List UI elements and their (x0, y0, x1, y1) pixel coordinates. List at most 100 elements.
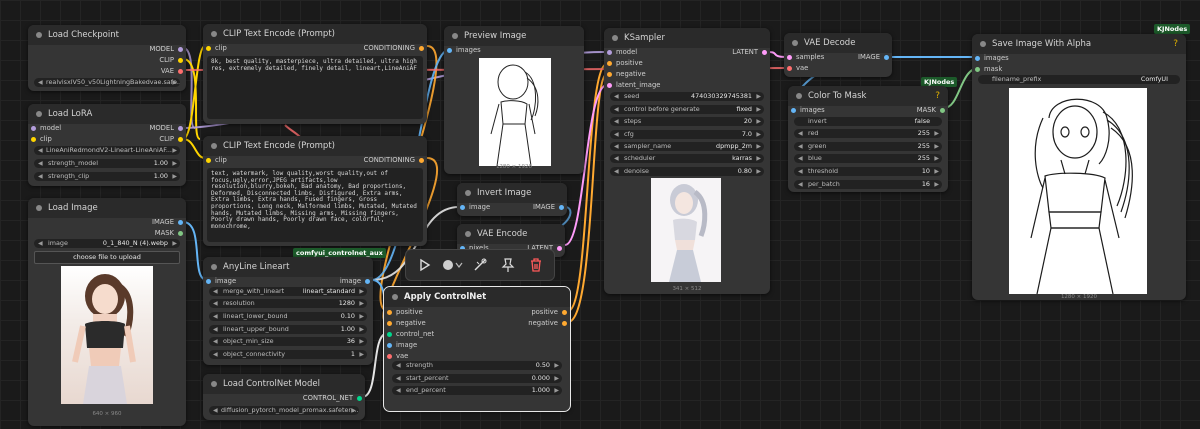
input-images[interactable]: images (444, 46, 481, 54)
input-clip[interactable]: clip (28, 135, 52, 143)
load-controlnet-model-node[interactable]: Load ControlNet Model CONTROL_NET ◀ diffu… (203, 374, 365, 420)
collapse-dot-icon[interactable] (211, 381, 217, 387)
collapse-dot-icon[interactable] (612, 35, 618, 41)
image-file-combo[interactable]: ◀ image 0_1_840_N (4).webp ▶ (34, 239, 180, 248)
clip-text-encode-positive-node[interactable]: CLIP Text Encode (Prompt) clip CONDITION… (203, 24, 427, 124)
blue-widget[interactable]: ◀ blue 255 ▶ (794, 154, 942, 163)
strength-model-widget[interactable]: ◀ strength_model 1.00 ▶ (34, 159, 180, 168)
lineart-upper-bound-widget[interactable]: ◀ lineart_upper_bound 1.00 ▶ (209, 325, 367, 334)
input-control-net[interactable]: control_net (384, 330, 434, 338)
choose-file-button[interactable]: choose file to upload (34, 251, 180, 264)
input-negative[interactable]: negative (604, 70, 646, 78)
help-icon[interactable]: ? (935, 86, 940, 106)
input-image[interactable]: image (203, 277, 236, 285)
lora-name-combo[interactable]: ◀ LineAniRedmondV2-Lineart-LineAniAF... ▶ (34, 146, 180, 155)
output-clip[interactable]: CLIP (159, 135, 186, 143)
controlnet-name-combo[interactable]: ◀ diffusion_pytorch_model_promax.safeten.… (209, 406, 359, 415)
input-image[interactable]: image (384, 341, 417, 349)
ksampler-node[interactable]: KSampler model positive negative latent_… (604, 28, 770, 294)
collapse-dot-icon[interactable] (465, 190, 471, 196)
merge-with-lineart-widget[interactable]: ◀ merge_with_lineart lineart_standard ▶ (209, 287, 367, 296)
output-model[interactable]: MODEL (149, 124, 186, 132)
collapse-dot-icon[interactable] (980, 41, 986, 47)
collapse-dot-icon[interactable] (796, 93, 802, 99)
end-percent-widget[interactable]: ◀ end_percent 1.000 ▶ (392, 386, 562, 395)
strength-widget[interactable]: ◀ strength 0.50 ▶ (392, 361, 562, 370)
output-image[interactable]: IMAGE (858, 53, 892, 61)
collapse-dot-icon[interactable] (465, 231, 471, 237)
collapse-dot-icon[interactable] (36, 32, 42, 38)
green-widget[interactable]: ◀ green 255 ▶ (794, 142, 942, 151)
input-positive[interactable]: positive (604, 59, 643, 67)
collapse-dot-icon[interactable] (36, 205, 42, 211)
output-model[interactable]: MODEL (149, 45, 186, 53)
input-model[interactable]: model (604, 48, 637, 56)
denoise-widget[interactable]: ◀ denoise 0.80 ▶ (610, 167, 764, 176)
collapse-dot-icon[interactable] (211, 143, 217, 149)
lineart-lower-bound-widget[interactable]: ◀ lineart_lower_bound 0.10 ▶ (209, 312, 367, 321)
anyline-lineart-node[interactable]: AnyLine Lineart image image ◀ merge_with_… (203, 257, 373, 365)
apply-controlnet-node[interactable]: Apply ControlNet positive negative contr… (383, 286, 571, 412)
vae-decode-node[interactable]: VAE Decode samples vae IMAGE (784, 33, 892, 77)
pin-icon[interactable] (500, 257, 516, 273)
preview-image-node[interactable]: Preview Image images 1280 × 1920 (444, 26, 584, 174)
red-widget[interactable]: ◀ red 255 ▶ (794, 129, 942, 138)
output-clip[interactable]: CLIP (159, 56, 186, 64)
ckpt-name-combo[interactable]: ◀ realvisxlV50_v50LightningBakedvae.safe.… (34, 78, 180, 87)
output-mask[interactable]: MASK (155, 229, 186, 237)
output-conditioning[interactable]: CONDITIONING (364, 44, 427, 52)
input-positive[interactable]: positive (384, 308, 423, 316)
color-to-mask-node[interactable]: Color To Mask? images MASK invert false ◀… (788, 86, 948, 192)
sampler-name-widget[interactable]: ◀ sampler_name dpmpp_2m ▶ (610, 142, 764, 151)
seed-widget[interactable]: ◀ seed 474030329745381 ▶ (610, 92, 764, 101)
output-control-net[interactable]: CONTROL_NET (303, 394, 365, 402)
resolution-widget[interactable]: ◀ resolution 1280 ▶ (209, 299, 367, 308)
output-image[interactable]: IMAGE (533, 203, 567, 211)
steps-widget[interactable]: ◀ steps 20 ▶ (610, 117, 764, 126)
collapse-dot-icon[interactable] (211, 31, 217, 37)
control-before-generate-widget[interactable]: ◀ control before generate fixed ▶ (610, 105, 764, 114)
invert-image-node[interactable]: Invert Image image IMAGE (457, 183, 567, 216)
start-percent-widget[interactable]: ◀ start_percent 0.000 ▶ (392, 374, 562, 383)
output-negative[interactable]: negative (528, 319, 570, 327)
help-icon[interactable]: ? (1173, 34, 1178, 54)
strength-clip-widget[interactable]: ◀ strength_clip 1.00 ▶ (34, 172, 180, 181)
scheduler-widget[interactable]: ◀ scheduler karras ▶ (610, 154, 764, 163)
load-checkpoint-node[interactable]: Load Checkpoint MODEL CLIP VAE ◀ realvisx… (28, 25, 186, 91)
output-positive[interactable]: positive (531, 308, 570, 316)
input-negative[interactable]: negative (384, 319, 426, 327)
threshold-widget[interactable]: ◀ threshold 10 ▶ (794, 167, 942, 176)
bypass-icon[interactable] (472, 257, 488, 273)
delete-icon[interactable] (528, 257, 544, 273)
output-image[interactable]: IMAGE (152, 218, 186, 226)
color-picker-icon[interactable] (440, 257, 464, 273)
input-latent-image[interactable]: latent_image (604, 81, 660, 89)
input-vae[interactable]: vae (784, 64, 808, 72)
positive-prompt-textarea[interactable]: 8k, best quality, masterpiece, ultra det… (207, 56, 423, 119)
input-model[interactable]: model (28, 124, 61, 132)
output-vae[interactable]: VAE (161, 67, 186, 75)
object-connectivity-widget[interactable]: ◀ object_connectivity 1 ▶ (209, 350, 367, 359)
output-image[interactable]: image (340, 277, 373, 285)
negative-prompt-textarea[interactable]: text, watermark, low quality,worst quali… (207, 168, 423, 242)
input-samples[interactable]: samples (784, 53, 824, 61)
clip-text-encode-negative-node[interactable]: CLIP Text Encode (Prompt) clip CONDITION… (203, 136, 427, 246)
per-batch-widget[interactable]: ◀ per_batch 16 ▶ (794, 180, 942, 189)
input-vae[interactable]: vae (384, 352, 408, 360)
filename-prefix-input[interactable]: filename_prefix ComfyUI (978, 75, 1180, 84)
output-mask[interactable]: MASK (917, 106, 948, 114)
object-min-size-widget[interactable]: ◀ object_min_size 36 ▶ (209, 337, 367, 346)
output-conditioning[interactable]: CONDITIONING (364, 156, 427, 164)
input-images[interactable]: images (972, 54, 1009, 62)
invert-toggle[interactable]: invert false (794, 117, 942, 126)
cfg-widget[interactable]: ◀ cfg 7.0 ▶ (610, 130, 764, 139)
input-clip[interactable]: clip (203, 44, 227, 52)
input-mask[interactable]: mask (972, 65, 1002, 73)
collapse-dot-icon[interactable] (452, 33, 458, 39)
input-clip[interactable]: clip (203, 156, 227, 164)
load-image-node[interactable]: Load Image IMAGE MASK ◀ image 0_1_840_N (4… (28, 198, 186, 426)
load-lora-node[interactable]: Load LoRA model clip MODEL CLIP ◀ LineAni… (28, 104, 186, 186)
collapse-dot-icon[interactable] (36, 111, 42, 117)
output-latent[interactable]: LATENT (732, 48, 770, 56)
input-image[interactable]: image (457, 203, 490, 211)
